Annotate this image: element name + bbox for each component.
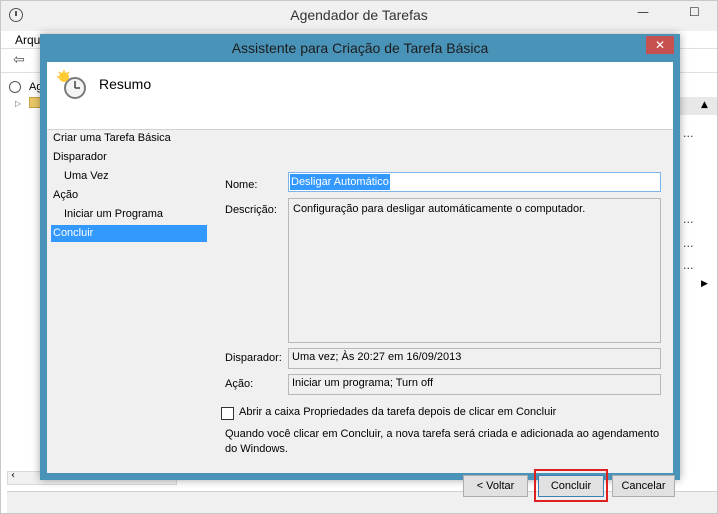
trigger-label: Disparador: xyxy=(225,352,282,364)
dialog-body: Resumo Criar uma Tarefa Básica Disparado… xyxy=(47,62,675,502)
truncated-item[interactable]: ... xyxy=(683,127,694,140)
action-label: Ação: xyxy=(225,378,254,390)
action-field: Iniciar um programa; Turn off xyxy=(288,374,661,395)
task-clock-icon xyxy=(57,70,86,99)
wizard-dialog: Assistente para Criação de Tarefa Básica… xyxy=(40,34,680,502)
name-value: Desligar Automático xyxy=(290,174,390,190)
step-concluir[interactable]: Concluir xyxy=(51,225,207,242)
close-button[interactable]: ✕ xyxy=(646,36,674,54)
trigger-field: Uma vez; Às 20:27 em 16/09/2013 xyxy=(288,348,661,369)
dialog-title: Assistente para Criação de Tarefa Básica xyxy=(231,40,489,56)
step-iniciar-programa[interactable]: Iniciar um Programa xyxy=(51,206,207,223)
menu-arquivo[interactable]: Arqu xyxy=(15,33,40,47)
step-disparador[interactable]: Disparador xyxy=(51,149,207,166)
actions-pane: ▲ ... ... ... ... ▶ xyxy=(679,75,717,485)
collapse-arrow-icon[interactable]: ▲ xyxy=(701,100,708,110)
truncated-item[interactable]: ... xyxy=(683,259,694,272)
description-field[interactable]: Configuração para desligar automáticamen… xyxy=(288,198,661,343)
truncated-item[interactable]: ... xyxy=(683,213,694,226)
open-properties-label[interactable]: Abrir a caixa Propriedades da tarefa dep… xyxy=(239,406,556,418)
actions-header: ▲ xyxy=(679,97,717,115)
name-field[interactable]: Desligar Automático xyxy=(288,172,661,192)
status-bar xyxy=(7,491,717,513)
truncated-item[interactable]: ... xyxy=(683,237,694,250)
description-label: Descrição: xyxy=(225,204,277,216)
cancel-button[interactable]: Cancelar xyxy=(612,475,675,497)
wizard-header: Resumo xyxy=(47,62,673,130)
minimize-button[interactable]: — xyxy=(637,5,649,19)
maximize-button[interactable]: ☐ xyxy=(689,5,700,19)
dialog-titlebar: Assistente para Criação de Tarefa Básica… xyxy=(40,34,680,62)
clock-icon xyxy=(9,81,21,93)
finish-button[interactable]: Concluir xyxy=(538,475,604,497)
scroll-left-icon[interactable]: ‹ xyxy=(11,470,15,481)
open-properties-checkbox[interactable] xyxy=(221,407,234,420)
step-acao[interactable]: Ação xyxy=(51,187,207,204)
step-criar-tarefa[interactable]: Criar uma Tarefa Básica xyxy=(51,130,207,147)
back-arrow-icon[interactable]: ⇦ xyxy=(13,52,25,68)
wizard-steps: Criar uma Tarefa Básica Disparador Uma V… xyxy=(47,130,217,473)
back-button[interactable]: < Voltar xyxy=(463,475,528,497)
name-label: Nome: xyxy=(225,179,258,191)
submenu-arrow-icon[interactable]: ▶ xyxy=(701,279,708,289)
finish-info-text: Quando você clicar em Concluir, a nova t… xyxy=(225,428,660,455)
wizard-page-title: Resumo xyxy=(99,76,152,92)
expand-arrow-icon[interactable]: ▷ xyxy=(15,99,21,108)
main-window-title: Agendador de Tarefas xyxy=(290,7,428,23)
step-uma-vez[interactable]: Uma Vez xyxy=(51,168,207,185)
main-titlebar: Agendador de Tarefas — ☐ xyxy=(1,1,717,31)
